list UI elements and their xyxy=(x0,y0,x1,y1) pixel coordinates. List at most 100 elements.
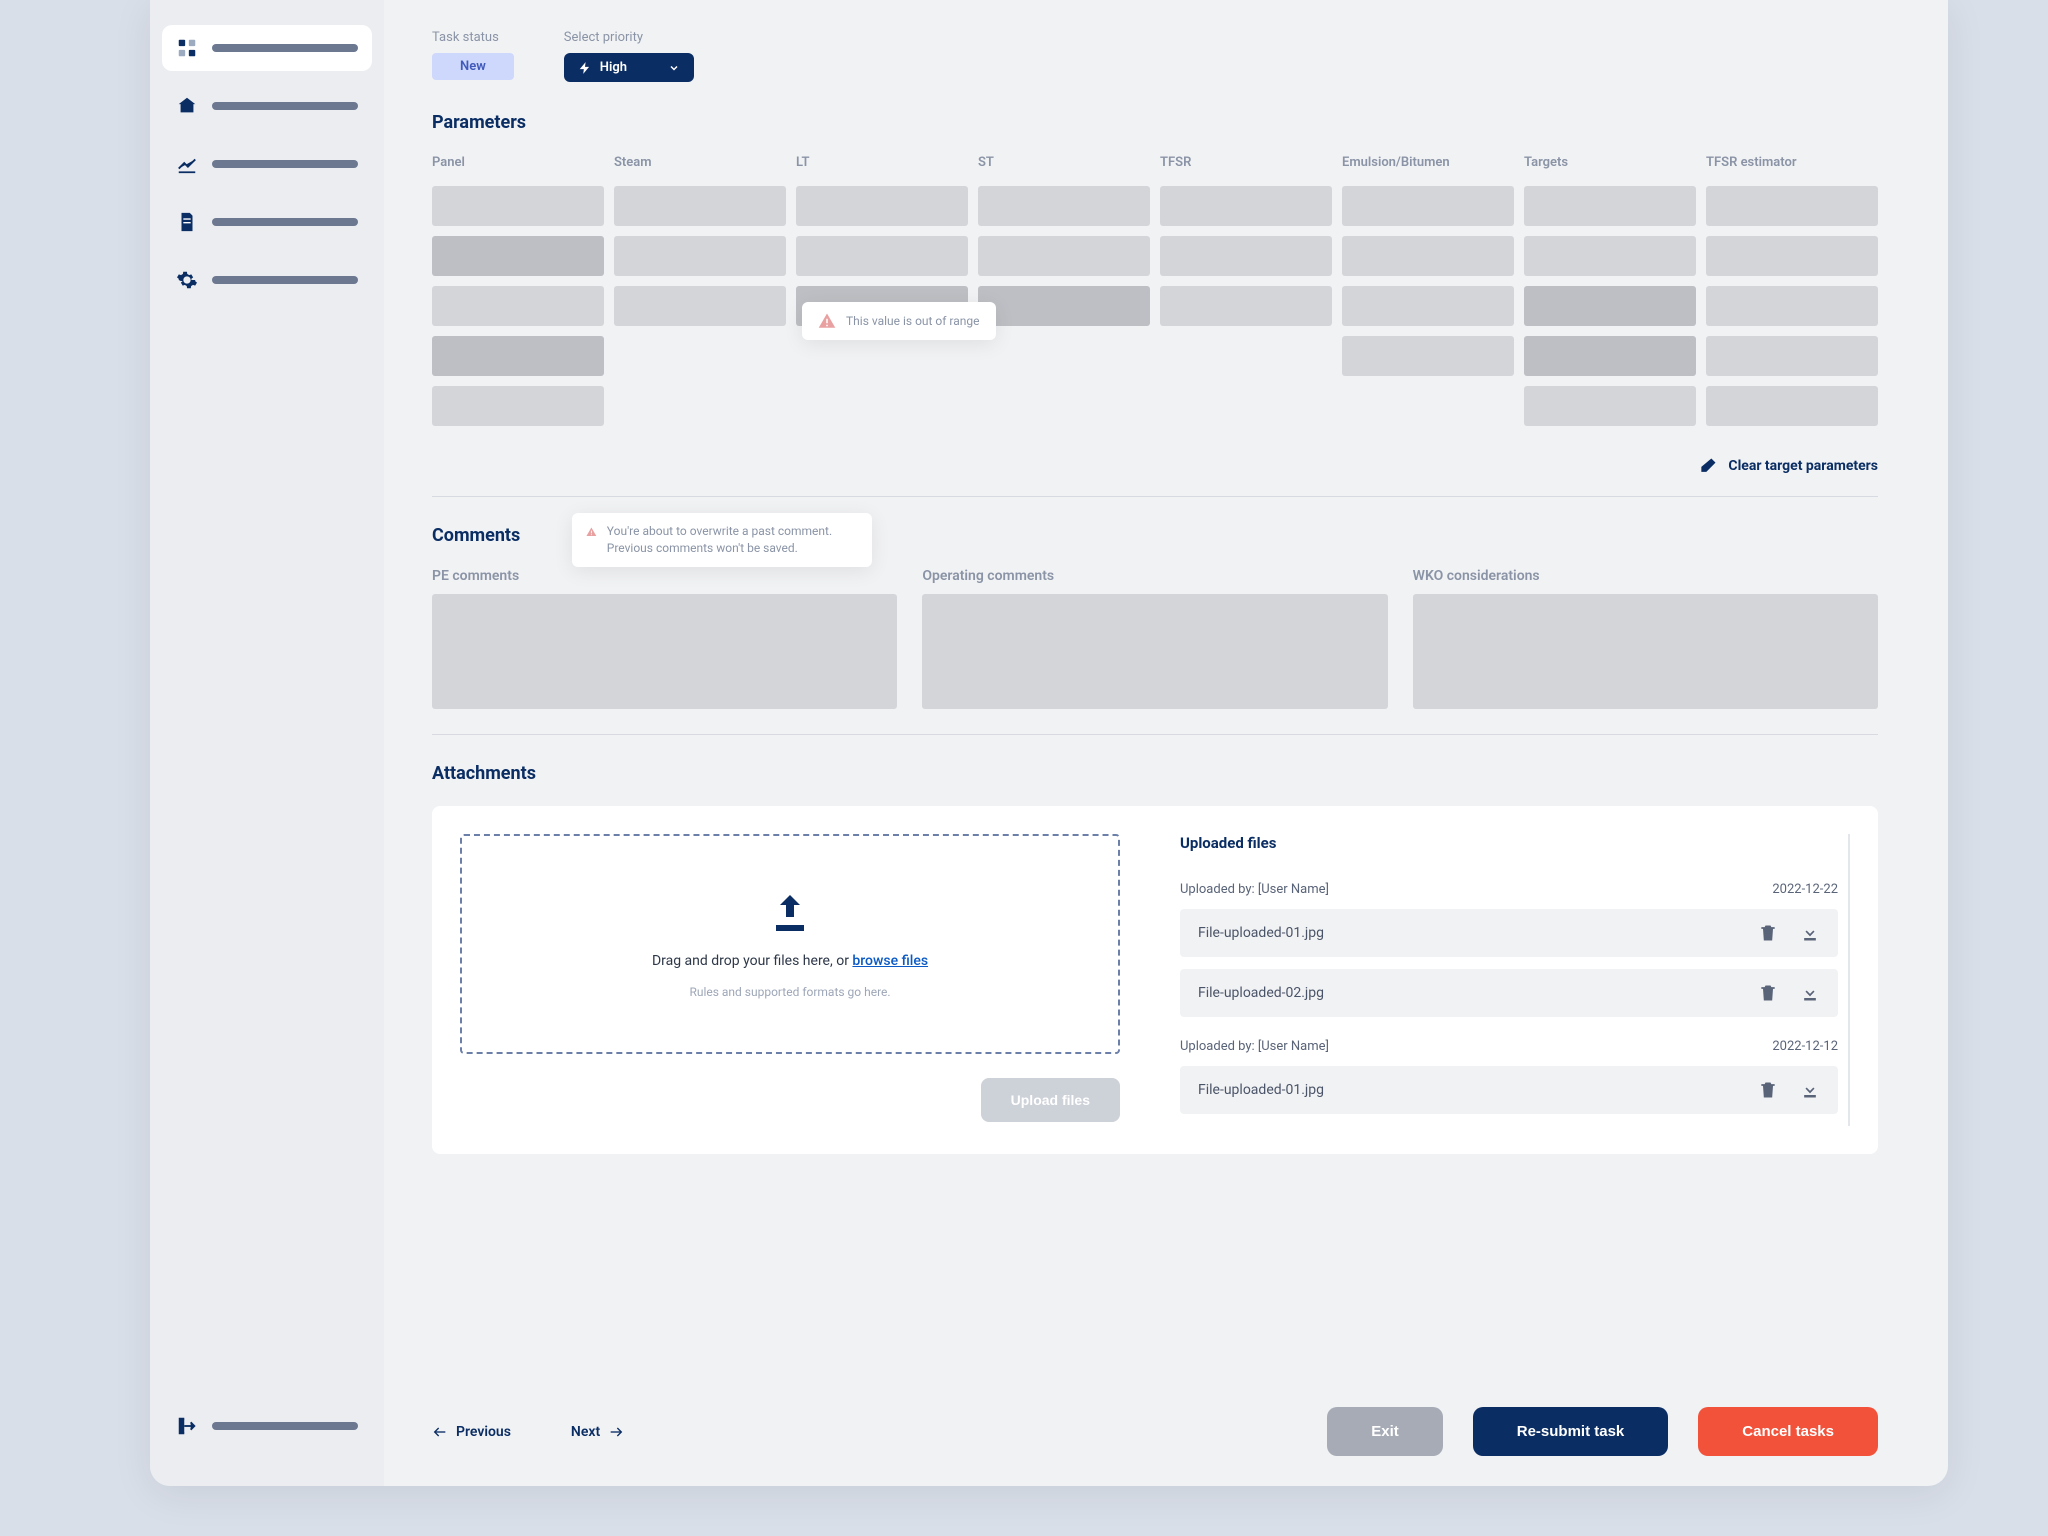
clear-parameters-link[interactable]: Clear target parameters xyxy=(1728,458,1878,474)
download-icon[interactable] xyxy=(1800,923,1820,943)
param-cell[interactable] xyxy=(1160,186,1332,226)
param-cell[interactable] xyxy=(1706,236,1878,276)
param-header: TFSR estimator xyxy=(1706,155,1878,170)
resubmit-button[interactable]: Re-submit task xyxy=(1473,1407,1669,1456)
param-cell[interactable] xyxy=(1706,336,1878,376)
comments-section: Comments You're about to overwrite a pas… xyxy=(432,525,1878,735)
file-name: File-uploaded-01.jpg xyxy=(1198,925,1324,941)
param-cell[interactable] xyxy=(1342,236,1514,276)
app-shell: Task status New Select priority High Par… xyxy=(150,0,1948,1486)
file-row: File-uploaded-01.jpg xyxy=(1180,1066,1838,1114)
param-cell[interactable] xyxy=(1160,286,1332,326)
footer: Previous Next Exit Re-submit task Cancel… xyxy=(432,1357,1878,1456)
param-header: Targets xyxy=(1524,155,1696,170)
task-status-block: Task status New xyxy=(432,30,514,82)
sidebar xyxy=(150,0,384,1486)
attachments-title: Attachments xyxy=(432,763,1878,784)
browse-files-link[interactable]: browse files xyxy=(852,953,928,969)
upload-icon xyxy=(766,889,814,937)
trash-icon[interactable] xyxy=(1758,923,1778,943)
tooltip-text: You're about to overwrite a past comment… xyxy=(607,523,858,557)
chart-icon xyxy=(176,153,198,175)
sidebar-item-label xyxy=(212,218,358,226)
param-cell[interactable] xyxy=(1706,286,1878,326)
param-cell[interactable] xyxy=(1524,186,1696,226)
sidebar-item-label xyxy=(212,160,358,168)
param-cell[interactable] xyxy=(614,186,786,226)
next-link[interactable]: Next xyxy=(571,1424,624,1440)
wko-comments-label: WKO considerations xyxy=(1413,568,1878,584)
sidebar-item-settings[interactable] xyxy=(162,257,372,303)
grid-icon xyxy=(176,37,198,59)
param-cell[interactable] xyxy=(614,236,786,276)
download-icon[interactable] xyxy=(1800,1080,1820,1100)
param-cell[interactable] xyxy=(978,186,1150,226)
param-cell[interactable] xyxy=(1342,186,1514,226)
house-icon xyxy=(176,95,198,117)
file-name: File-uploaded-02.jpg xyxy=(1198,985,1324,1001)
operating-comments-label: Operating comments xyxy=(922,568,1387,584)
sidebar-item-analytics[interactable] xyxy=(162,141,372,187)
download-icon[interactable] xyxy=(1800,983,1820,1003)
wko-comments-input[interactable] xyxy=(1413,594,1878,709)
trash-icon[interactable] xyxy=(1758,1080,1778,1100)
param-header: ST xyxy=(978,155,1150,170)
param-cell[interactable] xyxy=(978,236,1150,276)
gear-icon xyxy=(176,269,198,291)
param-cell[interactable] xyxy=(1524,336,1696,376)
priority-select[interactable]: High xyxy=(564,53,694,82)
sidebar-item-dashboard[interactable] xyxy=(162,25,372,71)
param-cell[interactable] xyxy=(796,186,968,226)
operating-comments-input[interactable] xyxy=(922,594,1387,709)
sidebar-item-home[interactable] xyxy=(162,83,372,129)
param-cell[interactable] xyxy=(1342,336,1514,376)
pe-comments-input[interactable] xyxy=(432,594,897,709)
document-icon xyxy=(176,211,198,233)
cancel-button[interactable]: Cancel tasks xyxy=(1698,1407,1878,1456)
sidebar-item-label xyxy=(212,1422,358,1430)
param-cell[interactable] xyxy=(614,286,786,326)
param-cell[interactable] xyxy=(1706,186,1878,226)
upload-group-header: Uploaded by: [User Name] 2022-12-12 xyxy=(1180,1039,1838,1054)
tooltip-out-of-range: This value is out of range xyxy=(802,302,996,340)
param-header: TFSR xyxy=(1160,155,1332,170)
upload-files-button[interactable]: Upload files xyxy=(981,1078,1120,1122)
pe-comments-label: PE comments xyxy=(432,568,897,584)
sidebar-item-label xyxy=(212,102,358,110)
param-cell[interactable] xyxy=(1524,236,1696,276)
param-cell[interactable] xyxy=(978,286,1150,326)
bolt-icon xyxy=(578,61,592,75)
parameters-section: Parameters Panel Steam LT xyxy=(432,112,1878,497)
param-cell[interactable] xyxy=(1706,386,1878,426)
tooltip-text: This value is out of range xyxy=(846,314,980,328)
param-cell[interactable] xyxy=(1524,386,1696,426)
sidebar-item-logout[interactable] xyxy=(162,1403,372,1449)
previous-link[interactable]: Previous xyxy=(432,1424,511,1440)
param-cell[interactable] xyxy=(1524,286,1696,326)
top-controls: Task status New Select priority High xyxy=(432,30,1878,82)
param-header: Panel xyxy=(432,155,604,170)
priority-block: Select priority High xyxy=(564,30,694,82)
attachments-section: Attachments Drag and drop your files her… xyxy=(432,763,1878,1154)
param-cell[interactable] xyxy=(1342,286,1514,326)
param-cell[interactable] xyxy=(432,336,604,376)
tooltip-overwrite-comment: You're about to overwrite a past comment… xyxy=(572,513,872,567)
param-cell[interactable] xyxy=(432,286,604,326)
arrow-right-icon xyxy=(608,1424,624,1440)
param-header: Emulsion/Bitumen xyxy=(1342,155,1514,170)
dropzone-rules: Rules and supported formats go here. xyxy=(689,985,890,999)
logout-icon xyxy=(176,1415,198,1437)
upload-group-header: Uploaded by: [User Name] 2022-12-22 xyxy=(1180,882,1838,897)
file-dropzone[interactable]: Drag and drop your files here, or browse… xyxy=(460,834,1120,1054)
param-cell[interactable] xyxy=(432,386,604,426)
sidebar-item-label xyxy=(212,44,358,52)
param-cell[interactable] xyxy=(432,186,604,226)
parameters-title: Parameters xyxy=(432,112,1878,133)
eraser-icon xyxy=(1698,456,1718,476)
exit-button[interactable]: Exit xyxy=(1327,1407,1443,1456)
param-cell[interactable] xyxy=(432,236,604,276)
sidebar-item-documents[interactable] xyxy=(162,199,372,245)
trash-icon[interactable] xyxy=(1758,983,1778,1003)
param-cell[interactable] xyxy=(1160,236,1332,276)
param-cell[interactable] xyxy=(796,236,968,276)
